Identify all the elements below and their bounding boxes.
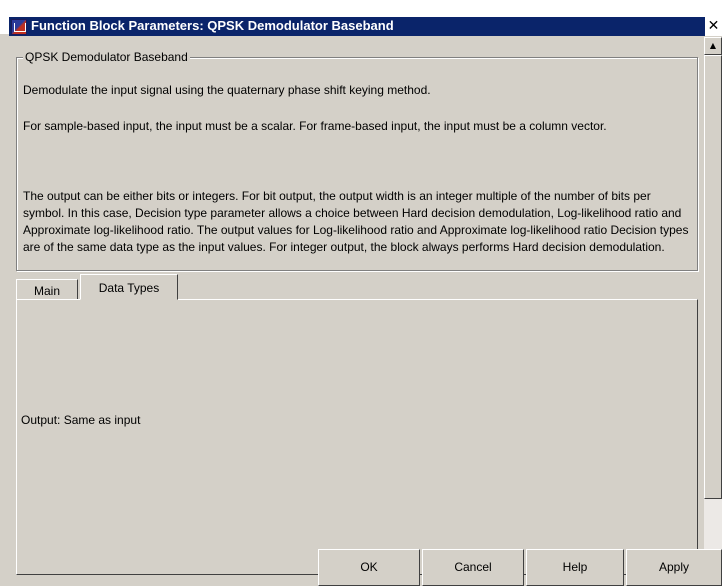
close-icon[interactable]: ✕ xyxy=(705,17,722,36)
output-data-type-label: Output: Same as input xyxy=(21,413,141,427)
cancel-button[interactable]: Cancel xyxy=(422,549,524,586)
tab-data-types[interactable]: Data Types xyxy=(80,274,178,300)
title-bar[interactable]: Function Block Parameters: QPSK Demodula… xyxy=(0,0,722,36)
description-legend: QPSK Demodulator Baseband xyxy=(23,50,190,64)
ok-button[interactable]: OK xyxy=(318,549,420,586)
data-types-panel xyxy=(16,299,698,575)
tab-main[interactable]: Main xyxy=(16,279,78,299)
scrollbar-thumb[interactable] xyxy=(704,55,722,499)
description-paragraph-3: The output can be either bits or integer… xyxy=(23,189,689,254)
apply-button[interactable]: Apply xyxy=(626,549,722,586)
description-paragraph-1: Demodulate the input signal using the qu… xyxy=(23,83,431,97)
window-title: Function Block Parameters: QPSK Demodula… xyxy=(31,18,394,33)
scroll-up-arrow-icon[interactable]: ▲ xyxy=(704,37,722,55)
description-paragraph-2: For sample-based input, the input must b… xyxy=(23,119,607,133)
help-button[interactable]: Help xyxy=(526,549,624,586)
simulink-block-icon xyxy=(11,19,27,35)
dialog-window: Function Block Parameters: QPSK Demodula… xyxy=(0,0,722,586)
